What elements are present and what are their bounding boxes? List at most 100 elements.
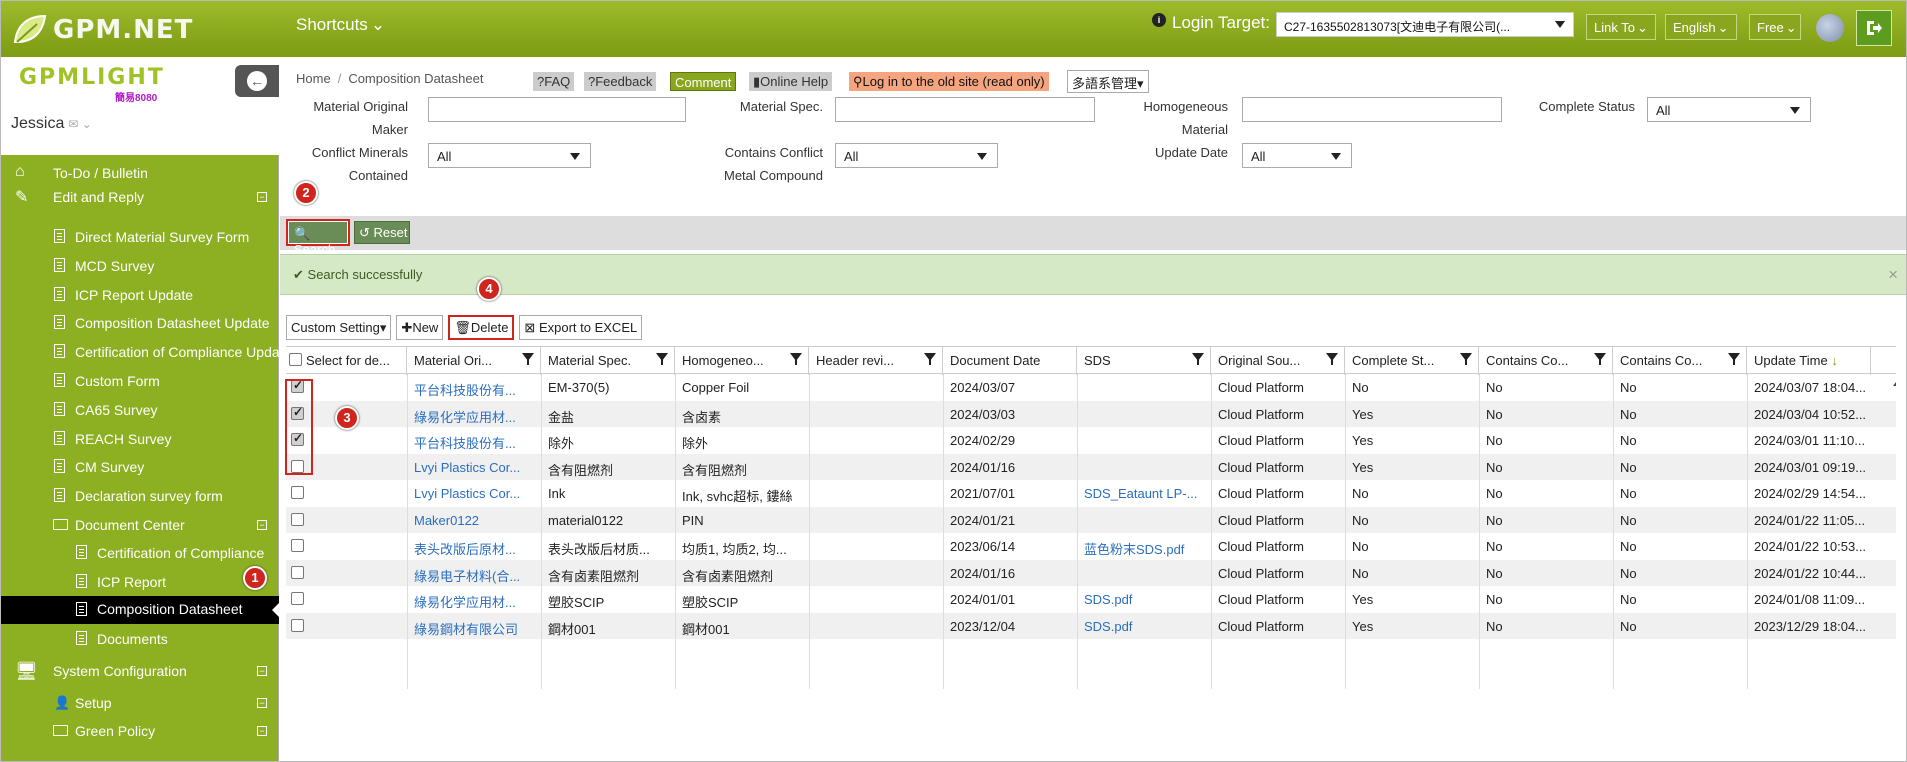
- old-site-button[interactable]: ⚲Log in to the old site (read only): [849, 72, 1049, 91]
- filter-icon[interactable]: [656, 353, 668, 365]
- sidebar-item-reach-survey[interactable]: REACH Survey: [1, 431, 279, 451]
- close-icon[interactable]: ×: [1888, 265, 1898, 285]
- column-header[interactable]: Material Spec.: [541, 347, 675, 375]
- cell-maker[interactable]: 平台科技股份有...: [407, 374, 541, 401]
- table-row[interactable]: 表头改版后原材... 表头改版后材质... 均质1, 均质2, 均... 2023/0…: [286, 533, 1896, 560]
- complete-status-select[interactable]: All: [1647, 97, 1811, 122]
- column-header[interactable]: Homogeneo...: [675, 347, 809, 375]
- cell-sds[interactable]: [1077, 454, 1211, 481]
- material-maker-input[interactable]: [428, 97, 686, 122]
- column-header[interactable]: Header revi...: [809, 347, 943, 375]
- multilang-button[interactable]: 多語系管理▾: [1067, 70, 1149, 93]
- filter-icon[interactable]: [1192, 353, 1204, 365]
- cell-sds[interactable]: SDS_Eataunt LP-...: [1077, 480, 1211, 507]
- column-header[interactable]: Document Date: [943, 347, 1077, 375]
- row-select-checkbox[interactable]: [291, 539, 304, 552]
- cell-maker[interactable]: 綠易电子材料(合...: [407, 560, 541, 587]
- sidebar-item-ca65-survey[interactable]: CA65 Survey: [1, 402, 279, 422]
- column-header[interactable]: Material Ori...: [407, 347, 541, 375]
- cell-sds[interactable]: SDS.pdf: [1077, 613, 1211, 640]
- delete-button[interactable]: 🗑Delete: [448, 315, 515, 340]
- breadcrumb-home[interactable]: Home: [296, 71, 331, 86]
- update-date-select[interactable]: All: [1242, 143, 1352, 168]
- sidebar-item-setup[interactable]: 👤 Setup −: [1, 695, 279, 715]
- cell-maker[interactable]: 綠易鋼材有限公司: [407, 613, 541, 640]
- column-header[interactable]: Original Sou...: [1211, 347, 1345, 375]
- select-all-checkbox[interactable]: [289, 353, 302, 366]
- row-select-checkbox[interactable]: [291, 592, 304, 605]
- gpm-net-logo[interactable]: GPM.NET: [11, 9, 201, 51]
- sidebar-item-declaration-survey[interactable]: Declaration survey form: [1, 488, 279, 508]
- cell-maker[interactable]: Maker0122: [407, 507, 541, 534]
- filter-icon[interactable]: [1728, 353, 1740, 365]
- cell-maker[interactable]: Lvyi Plastics Cor...: [407, 454, 541, 481]
- custom-setting-button[interactable]: Custom Setting▾: [286, 315, 392, 340]
- collapse-icon[interactable]: −: [257, 192, 267, 202]
- cell-sds[interactable]: SDS.pdf: [1077, 586, 1211, 613]
- row-select-checkbox[interactable]: [291, 486, 304, 499]
- filter-icon[interactable]: [1460, 353, 1472, 365]
- column-header[interactable]: Contains Co...: [1613, 347, 1747, 375]
- scroll-up-icon[interactable]: [1893, 378, 1896, 386]
- language-button[interactable]: English ⌄: [1665, 14, 1737, 40]
- cell-sds[interactable]: [1077, 427, 1211, 454]
- shortcuts-menu[interactable]: Shortcuts ⌄: [296, 15, 385, 35]
- collapse-icon[interactable]: −: [257, 666, 267, 676]
- column-header[interactable]: Complete St...: [1345, 347, 1479, 375]
- collapse-icon[interactable]: −: [257, 520, 267, 530]
- sidebar-item-system-configuration[interactable]: 🖥 System Configuration −: [1, 661, 279, 685]
- cell-maker[interactable]: 綠易化学应用材...: [407, 401, 541, 428]
- plan-button[interactable]: Free ⌄: [1749, 14, 1801, 40]
- sidebar-item-edit-reply[interactable]: ✎ Edit and Reply −: [1, 189, 279, 209]
- sidebar-item-certification-compliance-update[interactable]: Certification of Compliance Upda: [1, 344, 280, 364]
- globe-icon[interactable]: [1816, 14, 1844, 42]
- row-select-checkbox[interactable]: [291, 618, 304, 632]
- sidebar-item-composition-datasheet-update[interactable]: Composition Datasheet Update: [1, 315, 279, 335]
- filter-icon[interactable]: [790, 353, 802, 365]
- online-help-button[interactable]: ▮Online Help: [749, 72, 833, 91]
- cell-maker[interactable]: 綠易化学应用材...: [407, 586, 541, 613]
- sidebar-item-certification-compliance[interactable]: Certification of Compliance: [1, 545, 279, 565]
- row-select-checkbox[interactable]: [291, 565, 304, 579]
- collapse-icon[interactable]: −: [257, 726, 267, 736]
- table-row[interactable]: 平台科技股份有... EM-370(5) Copper Foil 2024/03/07…: [286, 374, 1896, 401]
- cell-sds[interactable]: [1077, 401, 1211, 428]
- sidebar-item-documents[interactable]: Documents: [1, 631, 279, 651]
- search-button[interactable]: 🔍 Search: [286, 219, 350, 257]
- conflict-minerals-select[interactable]: All: [428, 143, 591, 168]
- reset-button[interactable]: ↺ Reset: [354, 221, 410, 244]
- table-row[interactable]: Lvyi Plastics Cor... Ink Ink, svhc超标, 鏤絲 20…: [286, 480, 1896, 507]
- sidebar-item-cm-survey[interactable]: CM Survey: [1, 459, 279, 479]
- filter-icon[interactable]: [1326, 353, 1338, 365]
- filter-icon[interactable]: [1594, 353, 1606, 365]
- sidebar-item-mcd-survey[interactable]: MCD Survey: [1, 258, 279, 278]
- cell-sds[interactable]: [1077, 560, 1211, 587]
- cell-maker[interactable]: 表头改版后原材...: [407, 533, 541, 560]
- sidebar-collapse-button[interactable]: ←: [235, 65, 279, 97]
- new-button[interactable]: ✚New: [396, 315, 444, 340]
- table-row[interactable]: Maker0122 material0122 PIN 2024/01/21 Cloud …: [286, 506, 1896, 534]
- faq-button[interactable]: ?FAQ: [533, 72, 575, 91]
- sidebar-item-green-policy[interactable]: Green Policy −: [1, 723, 279, 743]
- filter-icon[interactable]: [924, 353, 936, 365]
- sidebar-item-direct-material-survey[interactable]: Direct Material Survey Form: [1, 229, 279, 249]
- filter-icon[interactable]: [522, 353, 534, 365]
- contains-conflict-select[interactable]: All: [835, 143, 998, 168]
- collapse-icon[interactable]: −: [257, 698, 267, 708]
- sidebar-item-composition-datasheet[interactable]: Composition Datasheet: [1, 596, 279, 624]
- sidebar-item-icp-report-update[interactable]: ICP Report Update: [1, 287, 279, 307]
- cell-maker[interactable]: Lvyi Plastics Cor...: [407, 480, 541, 507]
- feedback-button[interactable]: ?Feedback: [584, 72, 657, 91]
- table-row[interactable]: 綠易电子材料(合... 含有卤素阻燃剂 含有卤素阻燃剂 2024/01/16 Cloud…: [286, 559, 1896, 587]
- column-header[interactable]: SDS: [1077, 347, 1211, 375]
- row-select-checkbox[interactable]: [291, 512, 304, 526]
- column-header[interactable]: Update Time ↓: [1747, 347, 1871, 375]
- sort-descending-icon[interactable]: ↓: [1828, 353, 1838, 368]
- cell-maker[interactable]: 平台科技股份有...: [407, 427, 541, 454]
- sidebar-item-todo-bulletin[interactable]: ⌂ To-Do / Bulletin: [1, 163, 279, 185]
- sidebar-item-custom-form[interactable]: Custom Form: [1, 373, 279, 393]
- homogeneous-input[interactable]: [1242, 97, 1502, 122]
- info-icon[interactable]: i: [1152, 13, 1166, 27]
- cell-sds[interactable]: [1077, 374, 1211, 401]
- user-menu[interactable]: Jessica ✉ ⌄: [11, 115, 92, 133]
